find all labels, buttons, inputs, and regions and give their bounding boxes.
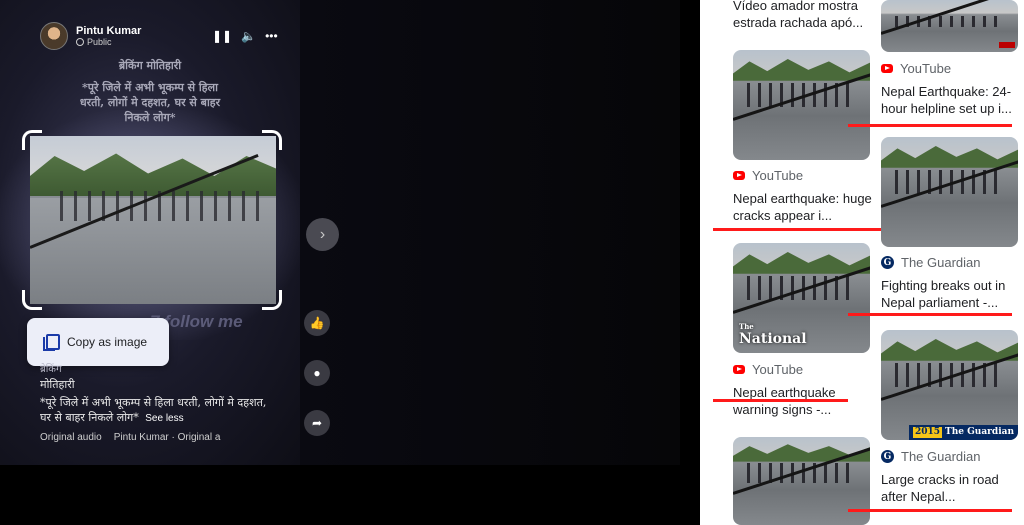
like-button[interactable]: 👍 [304, 310, 330, 336]
result-source-label: The Guardian [901, 255, 981, 270]
channel-badge-icon [999, 42, 1015, 48]
overlay-quote: *पूरे जिले में अभी भूकम्प से हिला धरती, … [79, 81, 221, 124]
selection-corner-top-left[interactable] [22, 130, 42, 150]
result-title-2[interactable]: Nepal earthquake: huge cracks appear i..… [733, 190, 873, 224]
result-source: YouTube [733, 168, 803, 183]
result-source-label: YouTube [752, 362, 804, 377]
highlight-line [848, 509, 1012, 512]
caption-small: ब्रेकिंग [40, 364, 62, 375]
copy-icon [43, 334, 60, 351]
see-less-link[interactable]: See less [145, 413, 183, 424]
globe-icon [76, 38, 84, 46]
selection-corner-bottom-right[interactable] [262, 290, 282, 310]
result-source: G The Guardian [881, 449, 981, 464]
comment-icon: ● [313, 366, 321, 380]
the-national-logo: The National [739, 322, 807, 348]
thumbnail-trees [881, 146, 1018, 168]
overlay-title: ब्रेकिंग मोतिहारी [118, 59, 182, 72]
result-thumbnail[interactable]: The National [733, 243, 870, 353]
result-source-label: YouTube [900, 61, 952, 76]
badge-name: The Guardian [945, 427, 1014, 437]
result-source: YouTube [733, 362, 803, 377]
guardian-icon: G [881, 450, 894, 463]
author-info: Pintu Kumar Public [76, 25, 141, 47]
result-title-3[interactable]: Fighting breaks out in Nepal parliament … [881, 277, 1019, 311]
audio-label[interactable]: Original audio [40, 432, 102, 443]
next-reel-button[interactable]: › [306, 218, 339, 251]
highlight-line [848, 124, 1012, 127]
copy-as-image-button[interactable]: Copy as image [27, 318, 169, 366]
author-avatar[interactable] [40, 22, 68, 50]
pause-icon[interactable]: ❚❚ [212, 29, 232, 43]
highlight-line [713, 399, 848, 402]
badge-year: 2015 [912, 427, 942, 438]
selection-corner-bottom-left[interactable] [22, 290, 42, 310]
thumbnail-people [746, 463, 857, 483]
result-source-label: The Guardian [901, 449, 981, 464]
comment-button[interactable]: ● [304, 360, 330, 386]
thumbnail-trees [733, 444, 870, 462]
guardian-badge: 2015 The Guardian [908, 425, 1018, 440]
caption-place: मोतिहारी [40, 378, 75, 391]
thumbnail-trees [733, 252, 870, 274]
thumbnail-trees [881, 339, 1018, 361]
author-row[interactable]: Pintu Kumar Public [40, 22, 141, 50]
privacy-row: Public [76, 37, 141, 47]
visual-matches-pane: Vídeo amador mostra estrada rachada apó.… [700, 0, 1024, 525]
like-icon: 👍 [309, 316, 325, 330]
national-logo-text: National [739, 331, 807, 347]
result-thumbnail[interactable] [733, 50, 870, 160]
share-button[interactable]: ➦ [304, 410, 330, 436]
youtube-icon [881, 64, 893, 73]
reel-viewer-pane: Pintu Kumar Public ❚❚ 🔈 ••• ब्रेकिंग मोत… [0, 0, 700, 525]
result-source: G The Guardian [881, 255, 981, 270]
video-frame[interactable] [30, 136, 276, 304]
video-trees [30, 153, 276, 196]
privacy-label: Public [87, 37, 112, 47]
highlight-line [848, 313, 1012, 316]
playback-controls: ❚❚ 🔈 ••• [212, 29, 278, 43]
more-icon[interactable]: ••• [265, 29, 278, 43]
chevron-right-icon: › [319, 225, 326, 243]
result-thumbnail[interactable] [881, 137, 1018, 247]
highlight-line [713, 228, 893, 231]
result-source-label: YouTube [752, 168, 804, 183]
copy-as-image-label: Copy as image [67, 335, 148, 349]
selection-corner-top-right[interactable] [262, 130, 282, 150]
volume-icon[interactable]: 🔈 [241, 29, 256, 43]
audio-credit[interactable]: Pintu Kumar · Original a [114, 432, 221, 443]
national-logo-small: The [739, 322, 754, 331]
result-thumbnail[interactable]: 2015 The Guardian [881, 330, 1018, 440]
result-title-0[interactable]: Vídeo amador mostra estrada rachada apó.… [733, 0, 873, 31]
result-title-5[interactable]: Large cracks in road after Nepal... [881, 471, 1019, 505]
audio-row[interactable]: Original audio Pintu Kumar · Original a [40, 432, 220, 443]
author-name[interactable]: Pintu Kumar [76, 25, 141, 37]
youtube-icon [733, 365, 745, 374]
guardian-icon: G [881, 256, 894, 269]
thumbnail-trees [733, 59, 870, 81]
share-icon: ➦ [311, 416, 323, 430]
result-thumbnail[interactable] [881, 0, 1018, 52]
result-title-1[interactable]: Nepal Earthquake: 24-hour helpline set u… [881, 83, 1019, 117]
caption-text: *पूरे जिले में अभी भूकम्प से हिला धरती, … [40, 395, 275, 426]
youtube-icon [733, 171, 745, 180]
result-source: YouTube [881, 61, 951, 76]
